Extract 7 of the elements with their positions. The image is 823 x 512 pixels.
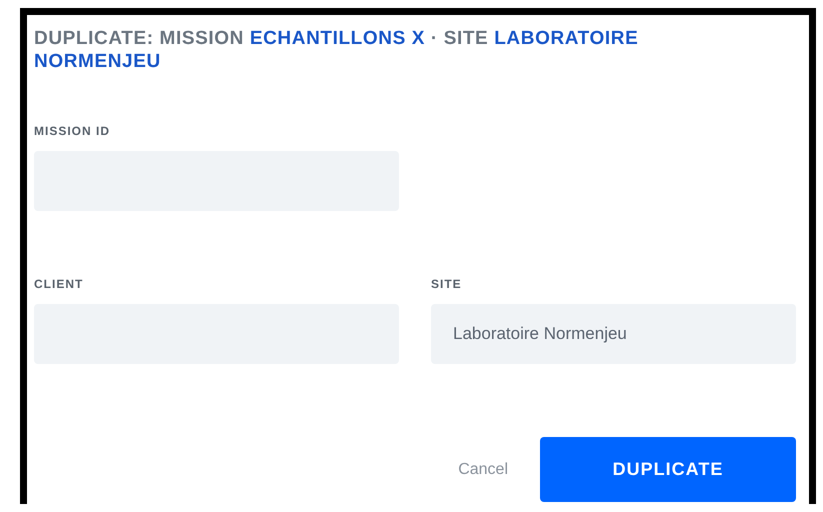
cancel-button[interactable]: Cancel	[458, 456, 508, 482]
dialog-title: DUPLICATE: MISSION ECHANTILLONS X · SITE LABORATOIRE NORMENJEU	[34, 27, 640, 73]
field-label: SITE	[431, 277, 463, 291]
text-field[interactable]: Laboratoire Normenjeu	[431, 304, 796, 364]
field-label: MISSION ID	[34, 124, 112, 138]
duplicate-button[interactable]: DUPLICATE	[540, 437, 796, 502]
field-label: CLIENT	[34, 277, 84, 291]
